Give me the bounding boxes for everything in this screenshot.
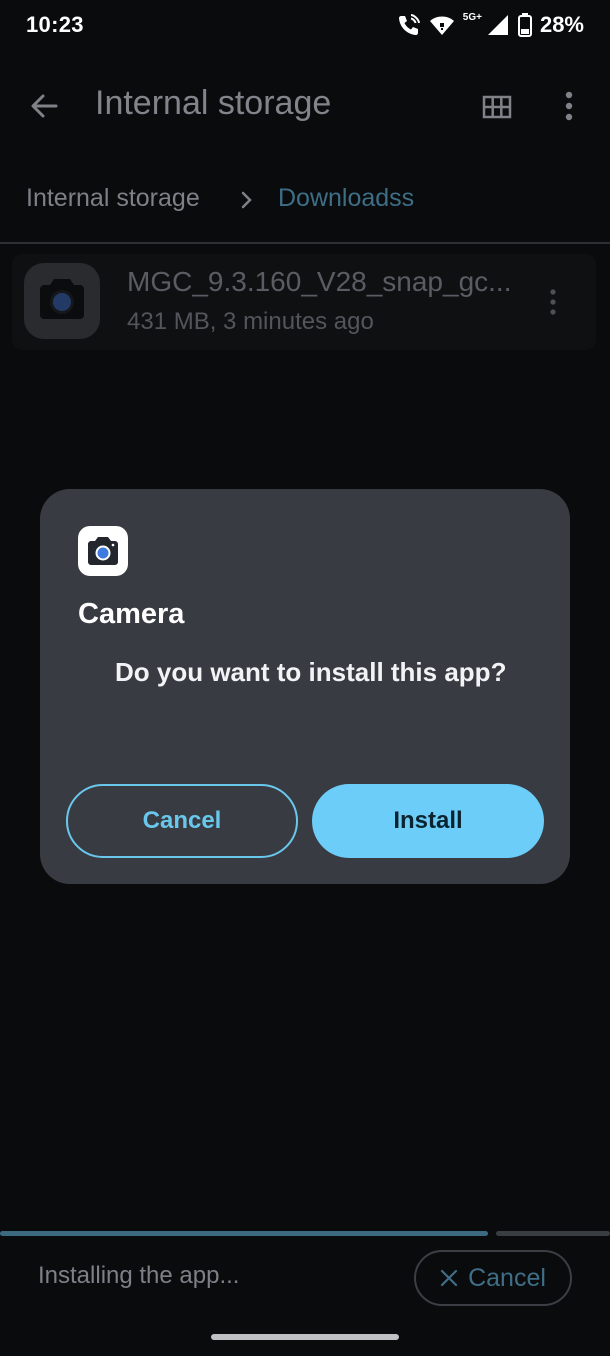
dialog-app-name: Camera xyxy=(78,598,185,630)
close-icon xyxy=(440,1269,458,1287)
footer-cancel-label: Cancel xyxy=(468,1263,546,1292)
more-vert-icon[interactable] xyxy=(556,86,582,126)
installing-status: Installing the app... xyxy=(38,1262,240,1289)
wifi-icon xyxy=(429,16,454,35)
wifi-calling-icon xyxy=(398,14,420,35)
status-time: 10:23 xyxy=(26,12,84,37)
footer-cancel-button[interactable]: Cancel xyxy=(414,1250,572,1306)
battery-icon xyxy=(517,13,532,37)
camera-icon xyxy=(88,537,118,565)
grid-view-icon[interactable] xyxy=(478,88,516,126)
install-progress-fill xyxy=(0,1231,488,1236)
file-meta: 431 MB, 3 minutes ago xyxy=(127,308,374,335)
file-name: MGC_9.3.160_V28_snap_gc... xyxy=(127,266,512,297)
network-type-label: 5G+ xyxy=(462,11,482,23)
install-button[interactable]: Install xyxy=(312,784,544,858)
app-icon xyxy=(78,526,128,576)
divider xyxy=(0,242,610,244)
breadcrumb-current[interactable]: Downloadss xyxy=(278,184,414,213)
install-progress-track xyxy=(496,1231,610,1236)
signal-icon xyxy=(487,15,508,35)
chevron-right-icon xyxy=(241,191,252,209)
back-arrow-icon[interactable] xyxy=(24,86,64,126)
battery-percent: 28% xyxy=(539,12,584,37)
camera-app-icon xyxy=(40,279,84,319)
file-more-icon[interactable] xyxy=(544,284,562,320)
gesture-nav-handle[interactable] xyxy=(211,1334,399,1340)
breadcrumb-root[interactable]: Internal storage xyxy=(26,184,200,213)
page-title: Internal storage xyxy=(95,84,332,122)
dialog-message: Do you want to install this app? xyxy=(115,657,507,687)
status-icons: 5G+ 28% xyxy=(397,12,584,38)
cancel-button[interactable]: Cancel xyxy=(66,784,298,858)
file-thumbnail xyxy=(24,263,100,339)
